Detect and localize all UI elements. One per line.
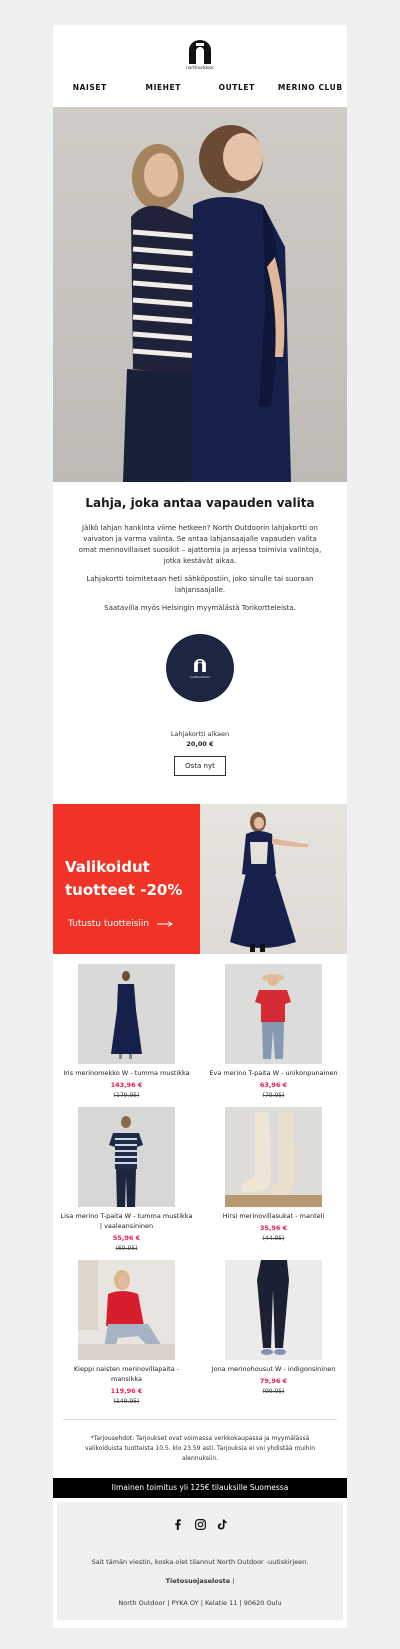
footer-inner: Sait tämän viestin, koska olet tilannut …	[57, 1502, 343, 1620]
social-links	[57, 1518, 343, 1530]
promo-title: Valikoidut tuotteet -20%	[65, 856, 182, 902]
product-card[interactable]: Kieppi naisten merinovillapaita - mansik…	[58, 1260, 196, 1405]
buy-now-button[interactable]: Osta nyt	[174, 756, 226, 776]
product-card[interactable]: Lisa merino T-paita W - tumma mustikka |…	[58, 1107, 196, 1252]
nav-naiset[interactable]: NAISET	[53, 83, 127, 92]
product-old-price: (44.95)	[262, 1235, 285, 1242]
product-illustration	[225, 1112, 322, 1207]
product-old-price: (179.95)	[113, 1092, 140, 1099]
product-price: 79,96 €	[259, 1377, 288, 1385]
product-card[interactable]: Eva merino T-paita W - unikonpunainen 63…	[205, 964, 343, 1099]
nav-outlet[interactable]: OUTLET	[200, 83, 274, 92]
footer: Sait tämän viestin, koska olet tilannut …	[57, 1502, 343, 1620]
bottom-spacer	[53, 1620, 347, 1628]
footer-address: North Outdoor | PYKA OY | Kelatie 11 | 9…	[118, 1599, 282, 1607]
promo-cta-label: Tutustu tuotteisiin	[68, 919, 150, 929]
product-illustration	[78, 1260, 175, 1360]
intro-paragraph-1: Jäikö lahjan hankinta viime hetkeen? Nor…	[78, 524, 322, 565]
product-name: Eva merino T-paita W - unikonpunainen	[209, 1069, 338, 1077]
product-illustration	[257, 1260, 289, 1355]
promo-title-line-2: tuotteet -20%	[65, 881, 183, 899]
gift-card-text: northoutdoor	[190, 675, 210, 679]
product-image[interactable]	[225, 1107, 322, 1207]
intro-paragraph-2: Lahjakortti toimitetaan heti sähköpostii…	[86, 575, 314, 594]
product-image[interactable]	[225, 964, 322, 1064]
promo-banner[interactable]: Valikoidut tuotteet -20% Tutustu tuottei…	[53, 804, 347, 954]
gift-card-section: northoutdoor Lahjakortti alkaen 20,00 € …	[53, 621, 347, 804]
gift-logo-icon	[194, 659, 206, 672]
product-row: Kieppi naisten merinovillapaita - mansik…	[53, 1260, 347, 1405]
product-name: Lisa merino T-paita W - tumma mustikka |…	[60, 1212, 193, 1230]
product-grid: Iris merinomekko W - tumma mustikka 143,…	[53, 954, 347, 1405]
product-name: Hirsi merinovillasukat - manteli	[222, 1212, 325, 1220]
product-card[interactable]: Hirsi merinovillasukat - manteli 35,96 €…	[205, 1107, 343, 1252]
product-price: 119,96 €	[110, 1387, 143, 1395]
instagram-icon[interactable]	[194, 1518, 206, 1530]
email-body: northoutdoor NAISET MIEHET OUTLET MERINO…	[53, 25, 347, 1628]
logo-icon	[189, 40, 211, 64]
product-row: Lisa merino T-paita W - tumma mustikka |…	[53, 1107, 347, 1252]
header: northoutdoor NAISET MIEHET OUTLET MERINO…	[53, 25, 347, 107]
promo-title-line-1: Valikoidut	[65, 858, 150, 876]
intro-title: Lahja, joka antaa vapauden valita	[85, 496, 315, 510]
brand-logo[interactable]: northoutdoor	[176, 40, 224, 74]
tiktok-icon[interactable]	[216, 1518, 228, 1530]
facebook-icon[interactable]	[172, 1518, 184, 1530]
product-image[interactable]	[78, 1107, 175, 1207]
product-price: 55,96 €	[112, 1234, 141, 1242]
product-old-price: (99.95)	[262, 1388, 285, 1395]
nav-merino-club[interactable]: MERINO CLUB	[274, 83, 348, 92]
product-image[interactable]	[78, 1260, 175, 1360]
product-image[interactable]	[225, 1260, 322, 1360]
product-name: Iris merinomekko W - tumma mustikka	[63, 1069, 190, 1077]
promo-illustration	[230, 812, 308, 952]
intro-section: Lahja, joka antaa vapauden valita Jäikö …	[53, 482, 347, 614]
gift-card-image[interactable]: northoutdoor	[166, 634, 234, 702]
product-image[interactable]	[78, 964, 175, 1064]
offer-terms: *Tarjousehdot: Tarjoukset ovat voimassa …	[84, 1435, 316, 1462]
product-price: 35,96 €	[259, 1224, 288, 1232]
footer-reason: Sait tämän viestin, koska olet tilannut …	[91, 1558, 309, 1566]
product-card[interactable]: Iris merinomekko W - tumma mustikka 143,…	[58, 964, 196, 1099]
promo-image[interactable]	[200, 804, 347, 954]
product-old-price: (149.95)	[113, 1398, 140, 1405]
footer-separator: |	[232, 1577, 235, 1585]
product-name: Jona merinohousut W - indigonsininen	[211, 1365, 336, 1373]
gift-card-label: Lahjakortti alkaen	[170, 730, 230, 738]
product-price: 63,96 €	[259, 1081, 288, 1089]
hero-image[interactable]	[53, 107, 347, 482]
nav-miehet[interactable]: MIEHET	[127, 83, 201, 92]
hero-illustration	[123, 125, 291, 482]
arrow-right-icon	[157, 921, 174, 927]
gift-card-price: 20,00 €	[186, 740, 214, 748]
product-old-price: (69.95)	[115, 1245, 138, 1252]
free-shipping-bar[interactable]: Ilmainen toimitus yli 125€ tilauksille S…	[53, 1478, 347, 1498]
product-illustration	[111, 971, 142, 1059]
product-row: Iris merinomekko W - tumma mustikka 143,…	[53, 964, 347, 1099]
product-card[interactable]: Jona merinohousut W - indigonsininen 79,…	[205, 1260, 343, 1405]
footer-privacy-row: Tietosuojaseloste |	[57, 1577, 343, 1585]
intro-paragraph-3: Saatavilla myös Helsingin myymälästä Tor…	[104, 604, 296, 612]
product-old-price: (79.95)	[262, 1092, 285, 1099]
brand-name: northoutdoor	[186, 65, 214, 70]
privacy-policy-link[interactable]: Tietosuojaseloste	[166, 1577, 231, 1585]
product-name: Kieppi naisten merinovillapaita - mansik…	[73, 1365, 180, 1383]
product-illustration	[255, 974, 291, 1059]
promo-panel: Valikoidut tuotteet -20% Tutustu tuottei…	[53, 804, 200, 954]
main-nav: NAISET MIEHET OUTLET MERINO CLUB	[53, 83, 347, 92]
product-illustration	[109, 1116, 143, 1207]
promo-cta[interactable]: Tutustu tuotteisiin	[68, 919, 174, 929]
product-price: 143,96 €	[110, 1081, 143, 1089]
